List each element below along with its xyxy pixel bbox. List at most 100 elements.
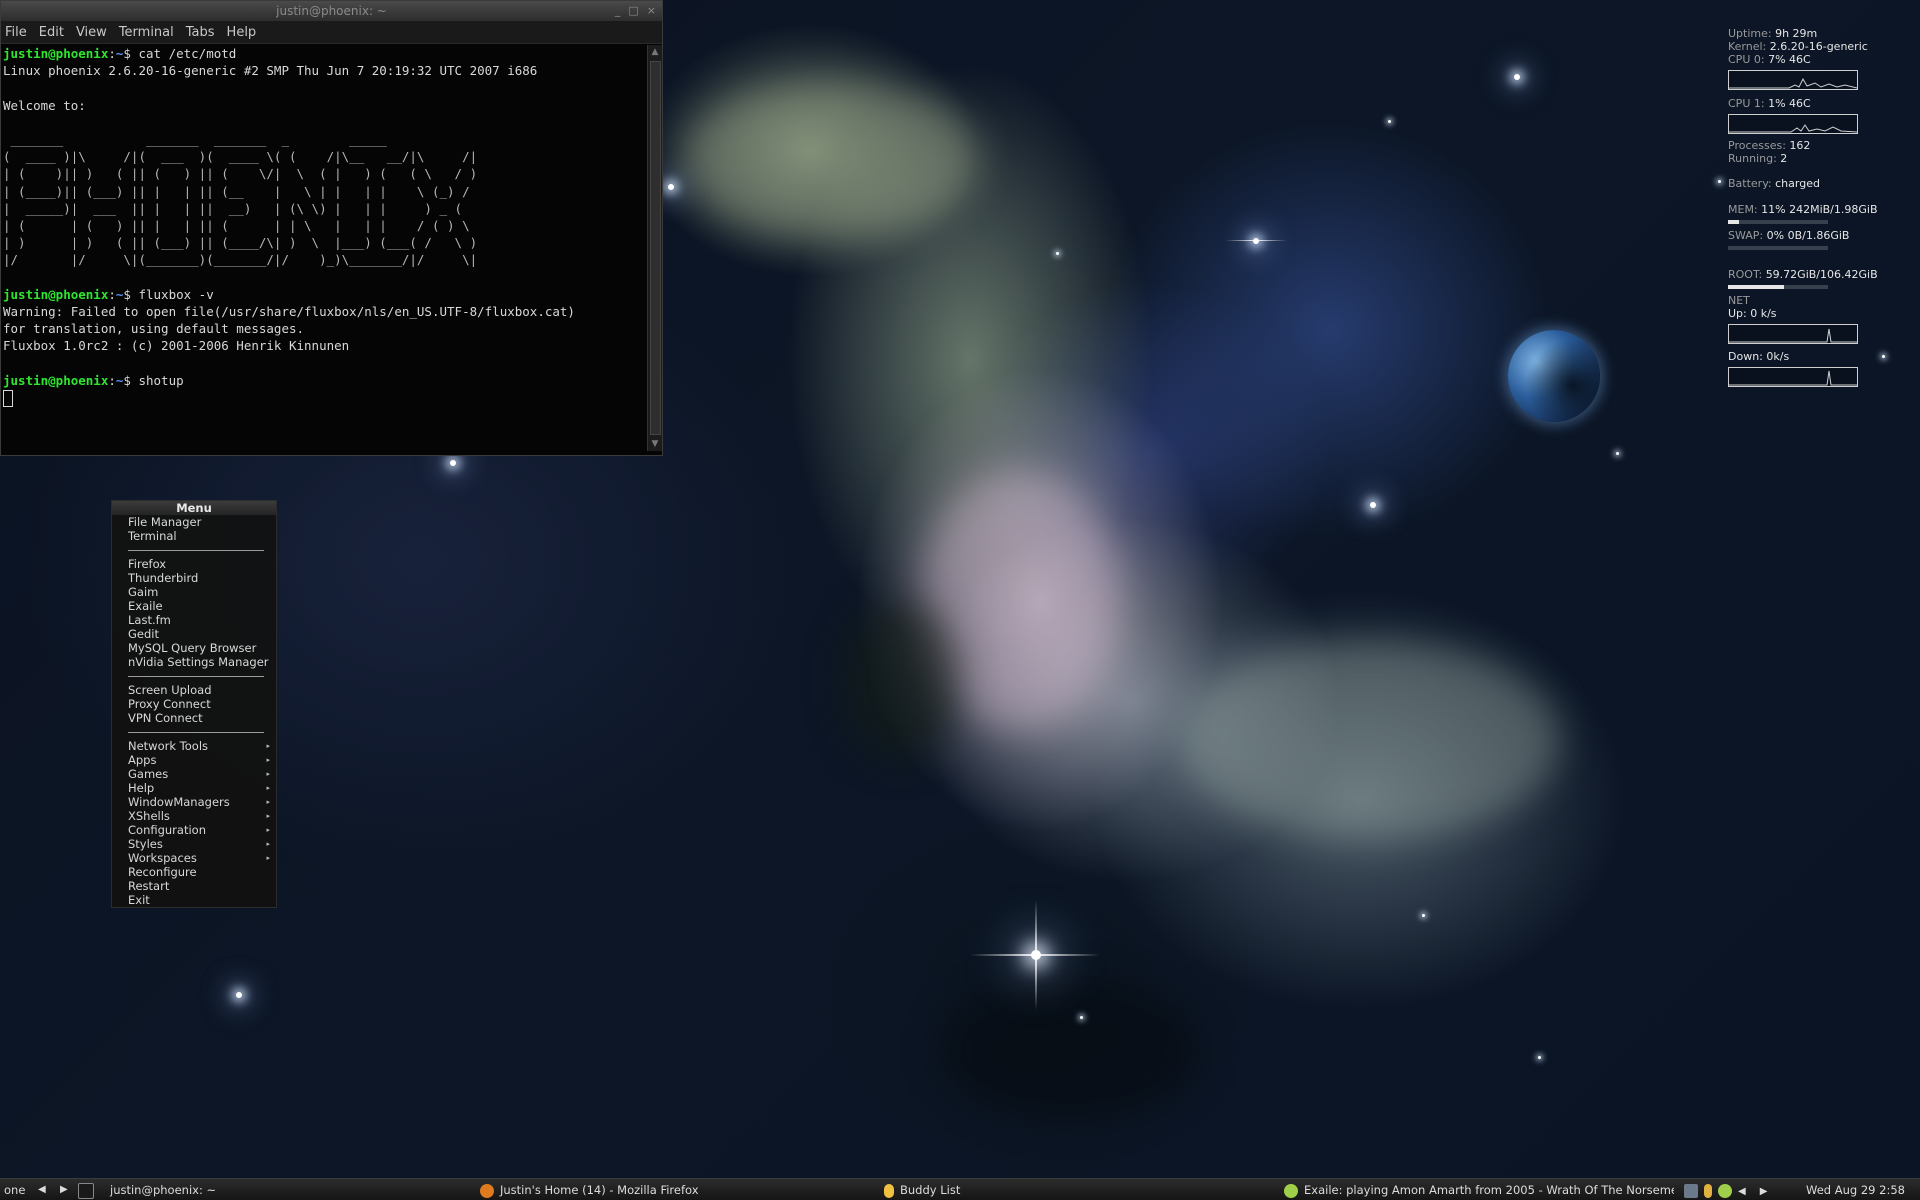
maximize-button[interactable]: □ [628, 1, 638, 21]
star [1422, 914, 1425, 917]
menu-item-label: MySQL Query Browser [128, 641, 257, 655]
terminal-titlebar[interactable]: justin@phoenix: ~ _ □ × [1, 1, 662, 21]
task-exaile[interactable]: Exaile: playing Amon Amarth from 2005 - … [1284, 1179, 1674, 1200]
ascii-art-line: | ( | ( ) || | | || ( | | \ | | | / ( ) … [3, 217, 648, 234]
menu-file[interactable]: File [5, 25, 27, 40]
submenu-arrow-icon: ▸ [266, 784, 270, 792]
menu-terminal[interactable]: Terminal [119, 25, 174, 40]
fluxbox-root-menu[interactable]: Menu File Manager Terminal Firefox Thunderb… [111, 500, 277, 908]
menu-item-workspaces[interactable]: Workspaces ▸ [112, 851, 276, 865]
task-label: Buddy List [900, 1183, 961, 1197]
swap-row: SWAP: 0% 0B/1.86GiB [1728, 229, 1849, 242]
menu-item-xshells[interactable]: XShells ▸ [112, 809, 276, 823]
menu-item-help[interactable]: Help ▸ [112, 781, 276, 795]
menu-item-screen-upload[interactable]: Screen Upload [112, 683, 276, 697]
menu-edit[interactable]: Edit [39, 25, 64, 40]
tray-network-icon[interactable] [1684, 1183, 1698, 1198]
processes-value: 162 [1789, 139, 1811, 152]
menu-item-proxy-connect[interactable]: Proxy Connect [112, 697, 276, 711]
task-buddy-list[interactable]: Buddy List [884, 1179, 1274, 1200]
submenu-arrow-icon: ▸ [266, 756, 270, 764]
menu-item-label: Gedit [128, 627, 159, 641]
menu-item-windowmanagers[interactable]: WindowManagers ▸ [112, 795, 276, 809]
menu-item-configuration[interactable]: Configuration ▸ [112, 823, 276, 837]
star [1388, 120, 1391, 123]
running-row: Running: 2 [1728, 152, 1787, 165]
net-row: NET [1728, 294, 1750, 307]
menu-item-games[interactable]: Games ▸ [112, 767, 276, 781]
buddy-icon [884, 1183, 894, 1198]
close-button[interactable]: × [647, 1, 656, 21]
cpu1-graph [1728, 114, 1858, 134]
tray-next-icon[interactable]: ▶ [1760, 1186, 1768, 1197]
menu-item-exaile[interactable]: Exaile [112, 599, 276, 613]
running-value: 2 [1780, 152, 1788, 165]
menu-tabs[interactable]: Tabs [186, 25, 215, 40]
task-terminal[interactable]: justin@phoenix: ~ [78, 1179, 458, 1200]
scroll-down-arrow-icon[interactable]: ▼ [648, 437, 662, 451]
clock[interactable]: Wed Aug 29 2:58 [1806, 1179, 1905, 1200]
menu-item-label: Apps [128, 753, 157, 767]
planet [1508, 330, 1600, 422]
menu-item-last-fm[interactable]: Last.fm [112, 613, 276, 627]
menu-separator [112, 669, 276, 683]
workspace-name[interactable]: one [4, 1179, 25, 1200]
menu-item-gaim[interactable]: Gaim [112, 585, 276, 599]
workspace-next-button[interactable]: ▶ [60, 1179, 68, 1200]
terminal-output[interactable]: justin@phoenix:~$ cat /etc/motd Linux pho… [1, 45, 648, 451]
menu-item-label: Games [128, 767, 169, 781]
menu-item-file-manager[interactable]: File Manager [112, 515, 276, 529]
terminal-prompt-line: justin@phoenix:~$ fluxbox -v [3, 286, 648, 303]
menu-item-label: nVidia Settings Manager [128, 655, 269, 669]
task-firefox[interactable]: Justin's Home (14) - Mozilla Firefox [480, 1179, 870, 1200]
mem-label: MEM: [1728, 203, 1758, 216]
menu-item-exit[interactable]: Exit [112, 893, 276, 907]
ascii-art-line: _______ _______ _______ _ _____ [3, 131, 648, 148]
dark-dust-lane [940, 980, 1200, 1120]
uptime-row: Uptime: 9h 29m [1728, 27, 1817, 40]
menu-item-nvidia-settings-manager[interactable]: nVidia Settings Manager [112, 655, 276, 669]
tray-prev-icon[interactable]: ◀ [1738, 1186, 1746, 1197]
exaile-icon [1284, 1183, 1298, 1198]
menu-help[interactable]: Help [227, 25, 257, 40]
prompt-separator: : [108, 46, 116, 61]
menu-item-thunderbird[interactable]: Thunderbird [112, 571, 276, 585]
battery-value: charged [1775, 177, 1820, 190]
menu-item-gedit[interactable]: Gedit [112, 627, 276, 641]
menu-item-mysql-query-browser[interactable]: MySQL Query Browser [112, 641, 276, 655]
scroll-thumb[interactable] [650, 61, 661, 435]
menu-view[interactable]: View [76, 25, 107, 40]
scroll-up-arrow-icon[interactable]: ▲ [648, 45, 662, 59]
tray-user-icon[interactable] [1704, 1183, 1712, 1198]
line-text: | (____)|| (___) || | | || (__ | \ | | |… [3, 183, 478, 199]
menu-item-apps[interactable]: Apps ▸ [112, 753, 276, 767]
submenu-arrow-icon: ▸ [266, 812, 270, 820]
net-down-value: Down: 0k/s [1728, 350, 1790, 363]
terminal-window[interactable]: justin@phoenix: ~ _ □ × File Edit View T… [0, 0, 663, 456]
menu-item-firefox[interactable]: Firefox [112, 557, 276, 571]
menu-item-vpn-connect[interactable]: VPN Connect [112, 711, 276, 725]
menu-item-restart[interactable]: Restart [112, 879, 276, 893]
tray-play-icon[interactable] [1718, 1183, 1732, 1198]
net-up-graph [1728, 324, 1858, 344]
dark-dust-lane [840, 600, 960, 760]
menu-item-terminal[interactable]: Terminal [112, 529, 276, 543]
net-up-value: Up: 0 k/s [1728, 307, 1777, 320]
system-tray: ◀ ▶ [1684, 1179, 1767, 1200]
star-flare [1225, 240, 1287, 241]
terminal-prompt-line: justin@phoenix:~$ shotup [3, 372, 648, 389]
menu-item-styles[interactable]: Styles ▸ [112, 837, 276, 851]
workspace-prev-button[interactable]: ◀ [38, 1179, 46, 1200]
star [1616, 452, 1619, 455]
line-text: | ( | ( ) || | | || ( | | \ | | | / ( ) … [3, 217, 478, 233]
menu-item-network-tools[interactable]: Network Tools ▸ [112, 739, 276, 753]
terminal-scrollbar[interactable]: ▲ ▼ [647, 45, 662, 451]
cursor-line [3, 389, 648, 407]
submenu-arrow-icon: ▸ [266, 854, 270, 862]
menu-item-reconfigure[interactable]: Reconfigure [112, 865, 276, 879]
minimize-button[interactable]: _ [615, 1, 621, 21]
star [1080, 1016, 1083, 1019]
line-text: _______ _______ _______ _ _____ [3, 131, 463, 147]
swap-label: SWAP: [1728, 229, 1764, 242]
cpu0-value: 7% 46C [1768, 53, 1811, 66]
